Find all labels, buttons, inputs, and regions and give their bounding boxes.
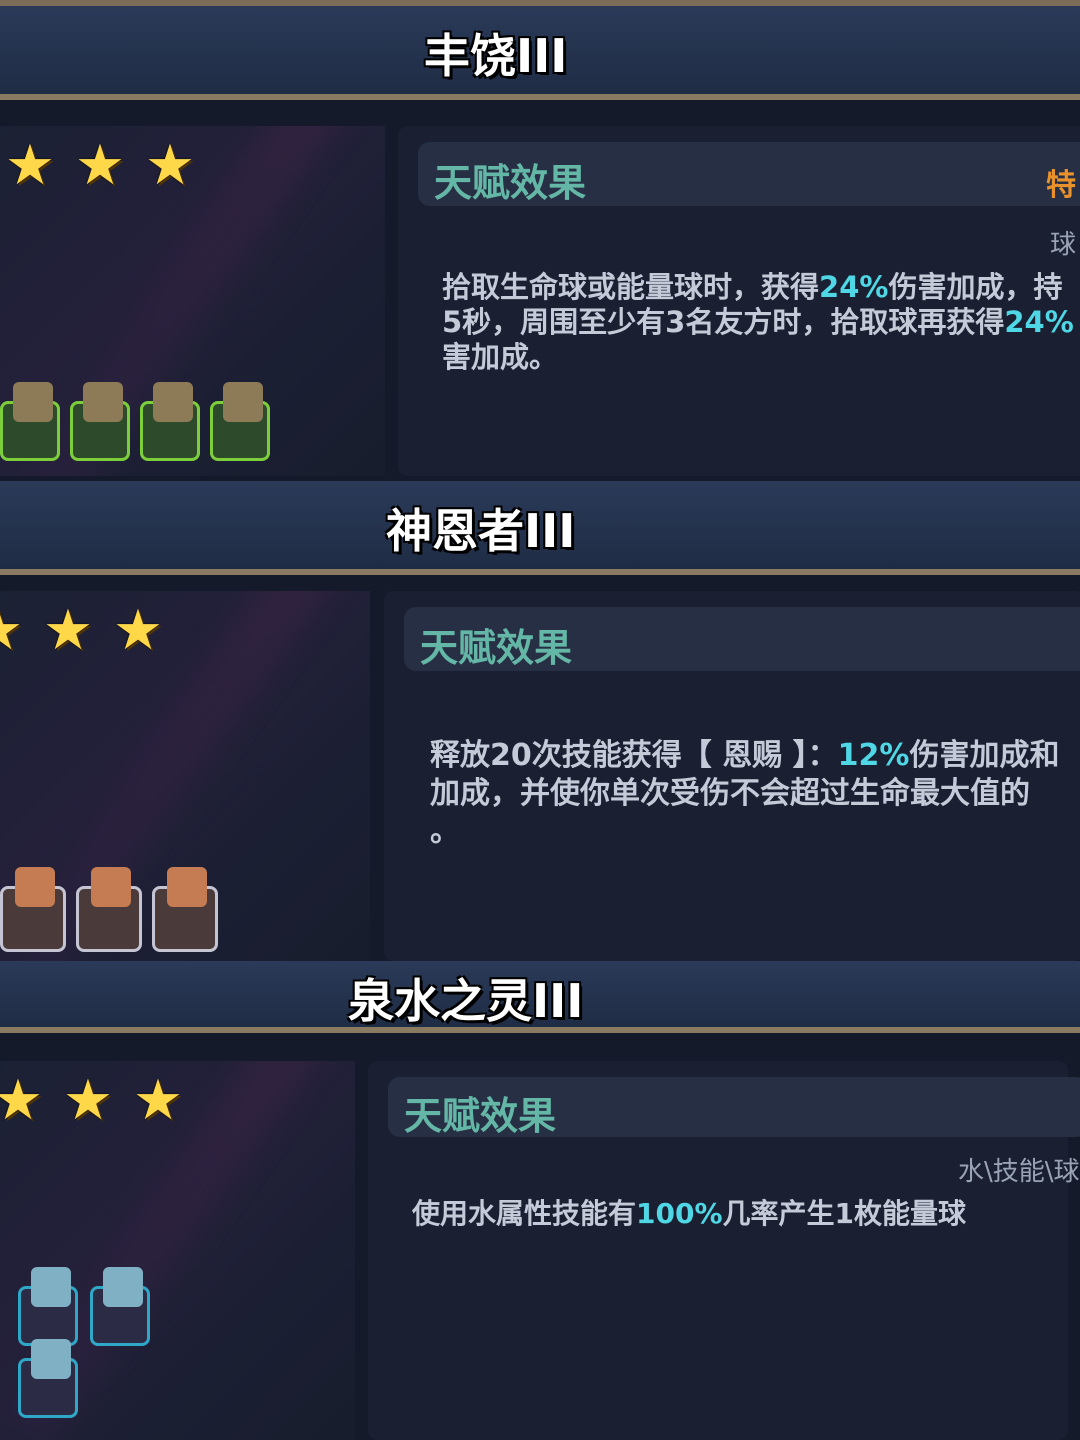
effect-description: 拾取生命球或能量球时，获得24%伤害加成，持 5秒，周围至少有3名友方时，拾取球… — [442, 270, 1074, 375]
star-icon: ★ — [112, 598, 164, 663]
talent-section-1: 丰饶III ★ ★ ★ 天赋效果 特 球 拾取生命球或能量球时，获得24%伤害加… — [0, 6, 1080, 481]
hero-portraits — [18, 1267, 168, 1418]
talent-panel: 天赋效果 特 球 拾取生命球或能量球时，获得24%伤害加成，持 5秒，周围至少有… — [398, 126, 1080, 476]
star-icon: ★ — [4, 133, 56, 198]
star-icon: ★ — [42, 598, 94, 663]
desc-line: 拾取生命球或能量球时，获得24%伤害加成，持 — [442, 270, 1063, 304]
hero-portrait-icon[interactable] — [76, 867, 142, 952]
talent-panel: 天赋效果 水\技能\球 使用水属性技能有100%几率产生1枚能量球 — [368, 1061, 1080, 1440]
star-rating: ★ ★ ★ — [2, 138, 198, 194]
desc-line: 释放20次技能获得【 恩赐 】：12%伤害加成和 — [430, 738, 1060, 773]
effect-bar: 天赋效果 — [404, 607, 1080, 671]
hero-card[interactable]: ★ ★ ★ — [0, 1061, 355, 1440]
desc-line: 5秒，周围至少有3名友方时，拾取球再获得24% — [442, 305, 1074, 339]
hero-portrait-icon[interactable] — [18, 1339, 78, 1418]
hero-portrait-icon[interactable] — [140, 382, 200, 461]
talent-section-3: 泉水之灵III ★ ★ ★ 天赋效果 水\技能\球 使用水属性技能有100%几率… — [0, 961, 1080, 1440]
hero-portrait-icon[interactable] — [152, 867, 218, 952]
hero-portraits — [0, 382, 270, 461]
hero-portrait-icon[interactable] — [0, 867, 66, 952]
special-tag: 特 — [1046, 168, 1076, 203]
talent-section-2: 神恩者III ★ ★ ★ 天赋效果 释放20次技能获得【 恩赐 】：12%伤害加… — [0, 481, 1080, 961]
hero-card[interactable]: ★ ★ ★ — [0, 591, 370, 961]
star-icon: ★ — [0, 603, 26, 659]
star-icon: ★ — [132, 1068, 184, 1133]
talent-panel: 天赋效果 释放20次技能获得【 恩赐 】：12%伤害加成和 加成，并使你单次受伤… — [384, 591, 1080, 961]
section-header: 神恩者III — [0, 481, 1080, 575]
hero-portrait-icon[interactable] — [90, 1267, 150, 1346]
effect-bar: 天赋效果 特 — [418, 142, 1080, 206]
effect-description: 使用水属性技能有100%几率产生1枚能量球 — [412, 1196, 966, 1231]
star-icon: ★ — [0, 1068, 44, 1133]
hero-portrait-icon[interactable] — [210, 382, 270, 461]
desc-line: 害加成。 — [442, 340, 559, 374]
star-icon: ★ — [144, 133, 196, 198]
effect-bar: 天赋效果 — [388, 1077, 1080, 1138]
star-icon: ★ — [74, 133, 126, 198]
section-header: 泉水之灵III — [0, 961, 1080, 1033]
star-rating: ★ ★ ★ — [0, 1073, 186, 1129]
section-title: 神恩者III — [386, 504, 576, 558]
hero-card[interactable]: ★ ★ ★ — [0, 126, 385, 476]
section-header: 丰饶III — [0, 6, 1080, 100]
hero-portraits — [0, 867, 218, 952]
hero-portrait-icon[interactable] — [18, 1267, 78, 1346]
section-title: 泉水之灵III — [348, 974, 584, 1028]
effect-title: 天赋效果 — [434, 161, 587, 205]
desc-line: 加成，并使你单次受伤不会超过生命最大值的 — [430, 776, 1030, 811]
star-rating: ★ ★ ★ — [0, 603, 166, 659]
effect-title: 天赋效果 — [404, 1094, 557, 1138]
section-title: 丰饶III — [424, 29, 568, 83]
star-icon: ★ — [62, 1068, 114, 1133]
hero-portrait-icon[interactable] — [0, 382, 60, 461]
desc-line: 使用水属性技能有100%几率产生1枚能量球 — [412, 1197, 967, 1230]
effect-description: 释放20次技能获得【 恩赐 】：12%伤害加成和 加成，并使你单次受伤不会超过生… — [430, 737, 1059, 851]
desc-line: 。 — [430, 814, 460, 849]
effect-note: 球 — [1050, 230, 1077, 260]
hero-portrait-icon[interactable] — [70, 382, 130, 461]
effect-title: 天赋效果 — [420, 626, 573, 670]
effect-note: 水\技能\球 — [958, 1157, 1080, 1187]
